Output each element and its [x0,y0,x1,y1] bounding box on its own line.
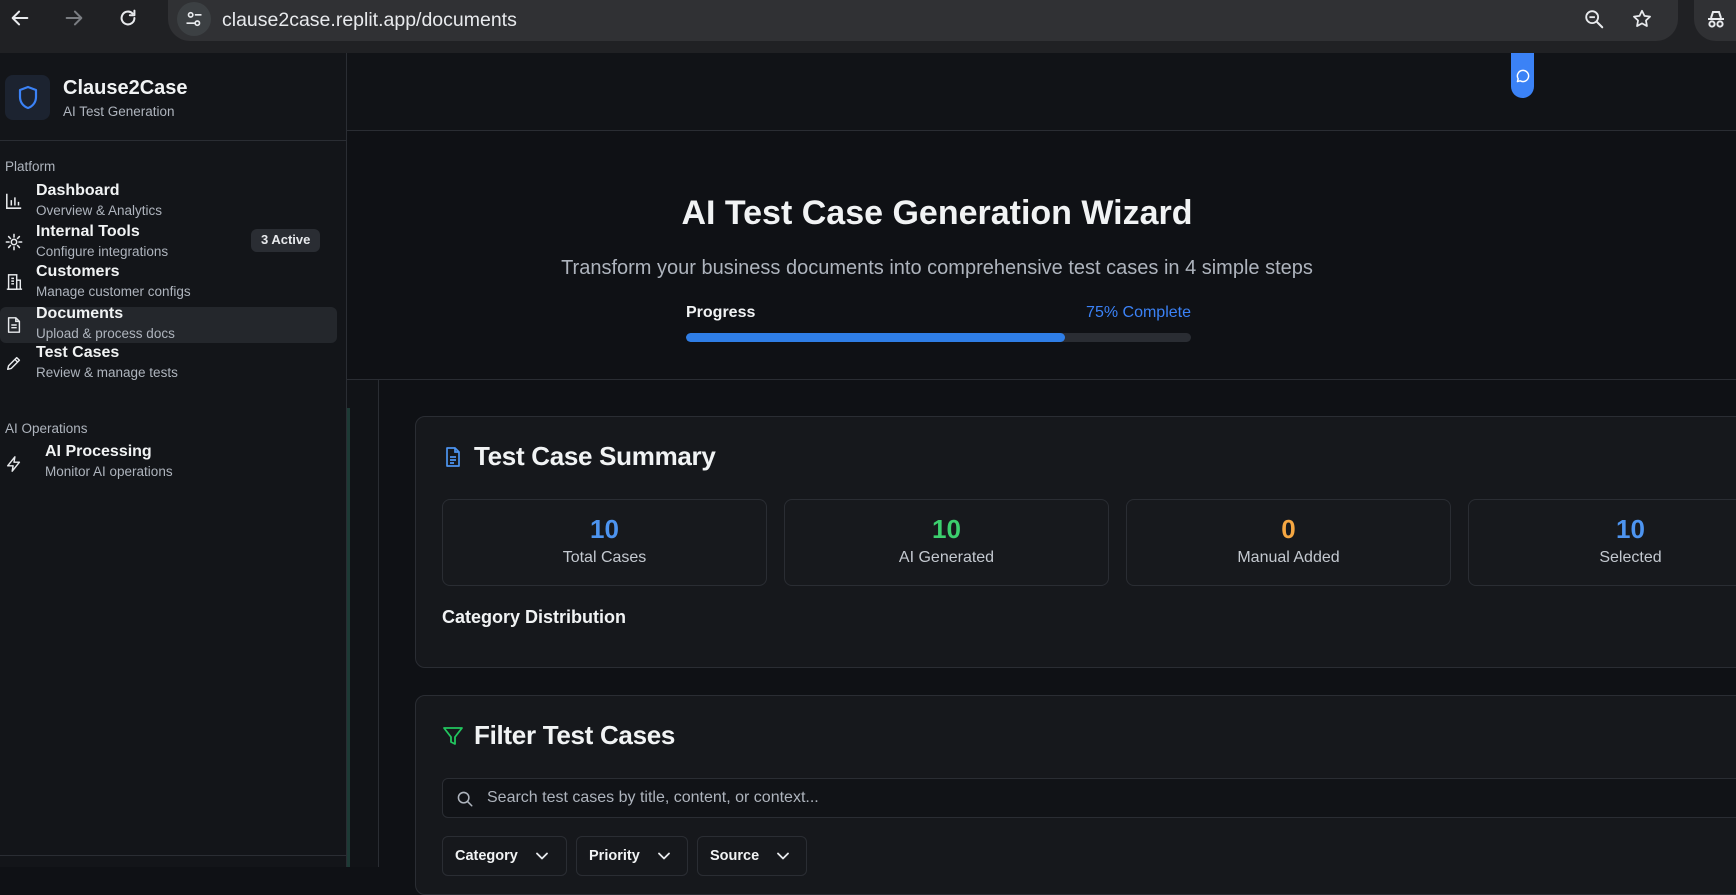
filter-card: Filter Test Cases Category Priority Sour… [415,695,1736,895]
stat-label: Total Cases [562,549,647,566]
sidebar-item-dashboard[interactable]: Dashboard Overview & Analytics [0,182,337,221]
browser-toolbar: clause2case.replit.app/documents [0,0,1736,53]
reload-button[interactable] [115,5,141,31]
sidebar-item-description: Configure integrations [36,244,169,259]
stat-total-cases: 10 Total Cases [442,499,767,586]
bar-chart-icon [6,193,22,209]
card-title: Filter Test Cases [474,720,676,750]
select-label: Source [710,848,760,864]
search-input[interactable] [487,779,1687,817]
progress-fill [686,333,1065,342]
progress-label: Progress [686,304,756,321]
pencil-icon [6,356,21,371]
sidebar-item-description: Review & manage tests [36,365,178,380]
building-icon [6,274,23,290]
progress-bar [686,333,1191,342]
stat-manual-added: 0 Manual Added [1126,499,1451,586]
incognito-profile-button[interactable] [1694,0,1736,41]
active-count-badge: 3 Active [251,229,321,252]
brand-logo [5,75,50,120]
source-select[interactable]: Source [697,836,807,876]
divider [0,855,347,856]
select-label: Category [455,848,518,864]
forward-button[interactable] [61,5,87,31]
gear-icon [5,233,23,251]
search-icon [457,791,473,807]
sidebar-item-label: AI Processing [45,443,152,460]
section-label-ai-operations: AI Operations [5,421,88,436]
sidebar-item-label: Dashboard [36,182,120,199]
sidebar-item-documents[interactable]: Documents Upload & process docs [0,305,337,343]
stat-value: 10 [590,514,619,544]
test-case-summary-card: Test Case Summary 10 Total Cases 10 AI G… [415,416,1736,668]
left-gutter [347,380,379,867]
document-icon [446,446,460,467]
forward-arrow-icon [65,10,83,26]
site-info-button[interactable] [177,2,211,36]
chevron-down-icon [777,852,790,860]
brand[interactable]: Clause2Case AI Test Generation [5,75,188,120]
sidebar-item-label: Customers [36,263,120,280]
sidebar-item-label: Documents [36,305,124,322]
brand-subtitle: AI Test Generation [63,103,175,119]
shield-icon [18,85,37,109]
incognito-icon [1708,11,1724,28]
app-header [347,53,1736,131]
chevron-down-icon [657,852,670,860]
sidebar-item-label: Test Cases [36,344,120,361]
url-text[interactable]: clause2case.replit.app/documents [222,9,517,32]
main-content: Test Case Summary 10 Total Cases 10 AI G… [347,380,1736,895]
sidebar-item-description: Manage customer configs [36,284,191,299]
stat-value: 10 [1616,514,1645,544]
divider [0,140,347,141]
stat-value: 0 [1281,514,1296,544]
chevron-down-icon [535,852,548,860]
star-icon [1633,9,1651,27]
filter-icon [443,726,463,745]
reload-icon [120,9,136,26]
priority-select[interactable]: Priority [576,836,688,876]
sidebar-item-description: Overview & Analytics [36,203,163,218]
bookmark-button[interactable] [1629,6,1655,32]
address-bar[interactable]: clause2case.replit.app/documents [168,0,1678,41]
sidebar-item-description: Monitor AI operations [45,464,173,479]
chat-bubble-icon [1516,69,1529,82]
stat-value: 10 [932,514,961,544]
sidebar-item-description: Upload & process docs [36,326,175,341]
sidebar-item-customers[interactable]: Customers Manage customer configs [0,263,337,302]
gutter-bar [347,408,350,867]
select-label: Priority [589,848,640,864]
page-title: AI Test Case Generation Wizard [681,194,1193,232]
brand-name: Clause2Case [63,76,188,99]
lightning-icon [6,456,21,472]
wizard-header: AI Test Case Generation Wizard Transform… [347,131,1736,380]
back-arrow-icon [11,10,29,26]
card-title: Test Case Summary [474,441,716,471]
zoom-icon [1585,10,1604,29]
page-subtitle: Transform your business documents into c… [561,257,1313,279]
category-distribution-title: Category Distribution [442,607,627,627]
back-button[interactable] [7,5,33,31]
stat-ai-generated: 10 AI Generated [784,499,1109,586]
category-select[interactable]: Category [442,836,567,876]
stat-label: Manual Added [1237,549,1340,566]
sidebar-item-test-cases[interactable]: Test Cases Review & manage tests [0,344,337,383]
section-label-platform: Platform [5,159,56,174]
zoom-button[interactable] [1581,6,1607,32]
tune-icon [186,11,202,27]
stat-selected: 10 Selected [1468,499,1736,586]
search-field[interactable] [442,778,1736,818]
sidebar-item-ai-processing[interactable]: AI Processing Monitor AI operations [0,443,337,482]
stat-label: AI Generated [898,549,995,566]
document-icon [7,317,21,333]
stat-label: Selected [1599,549,1662,566]
sidebar-item-internal-tools[interactable]: Internal Tools Configure integrations 3 … [0,223,337,262]
sidebar: Clause2Case AI Test Generation Platform … [0,53,347,867]
chat-button[interactable] [1511,53,1534,98]
progress-percent: 75% Complete [1086,304,1191,321]
sidebar-item-label: Internal Tools [36,223,140,240]
